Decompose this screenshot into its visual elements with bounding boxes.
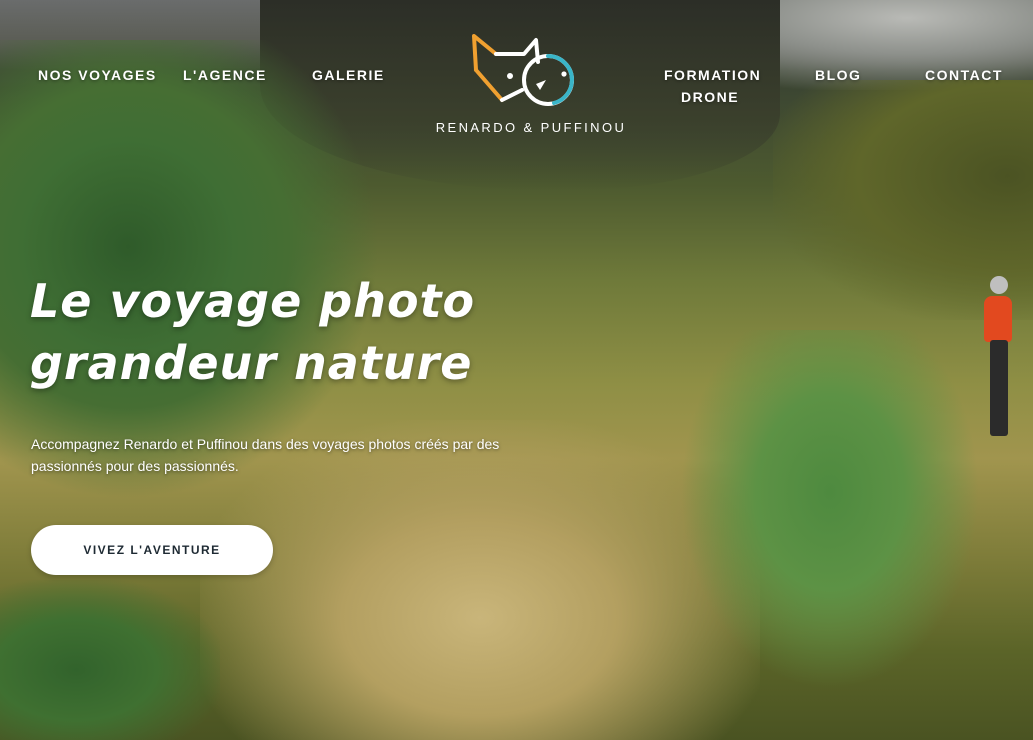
nav-item-formation-drone-line2: DRONE [680,89,740,105]
hero-background-plant-right [680,330,980,690]
hero-section: NOS VOYAGES L'AGENCE GALERIE FORMATION D… [0,0,1033,740]
nav-item-nos-voyages[interactable]: NOS VOYAGES [38,64,157,86]
fox-and-puffin-logo-icon [472,34,575,106]
hero-background-plant-bottom [0,580,220,740]
hero-headline-line2: grandeur nature [30,336,473,390]
site-logo[interactable]: RENARDO & PUFFINOU [428,32,634,142]
hero-subtext: Accompagnez Renardo et Puffinou dans des… [31,436,500,474]
logo-text: RENARDO & PUFFINOU [435,120,627,135]
hero-headline-line1: Le voyage photo [30,274,476,328]
nav-item-blog[interactable]: BLOG [815,64,861,86]
hero-headline: Le voyage photo grandeur nature [30,270,475,394]
hero-background-hiker [980,276,1020,440]
nav-item-agence[interactable]: L'AGENCE [183,64,267,86]
cta-button-vivez-aventure[interactable]: VIVEZ L'AVENTURE [31,525,273,575]
nav-item-formation-drone-line1: FORMATION [664,67,762,83]
nav-item-galerie[interactable]: GALERIE [312,64,385,86]
nav-item-contact[interactable]: CONTACT [925,64,1003,86]
nav-item-formation-drone[interactable]: FORMATION DRONE [664,64,760,108]
